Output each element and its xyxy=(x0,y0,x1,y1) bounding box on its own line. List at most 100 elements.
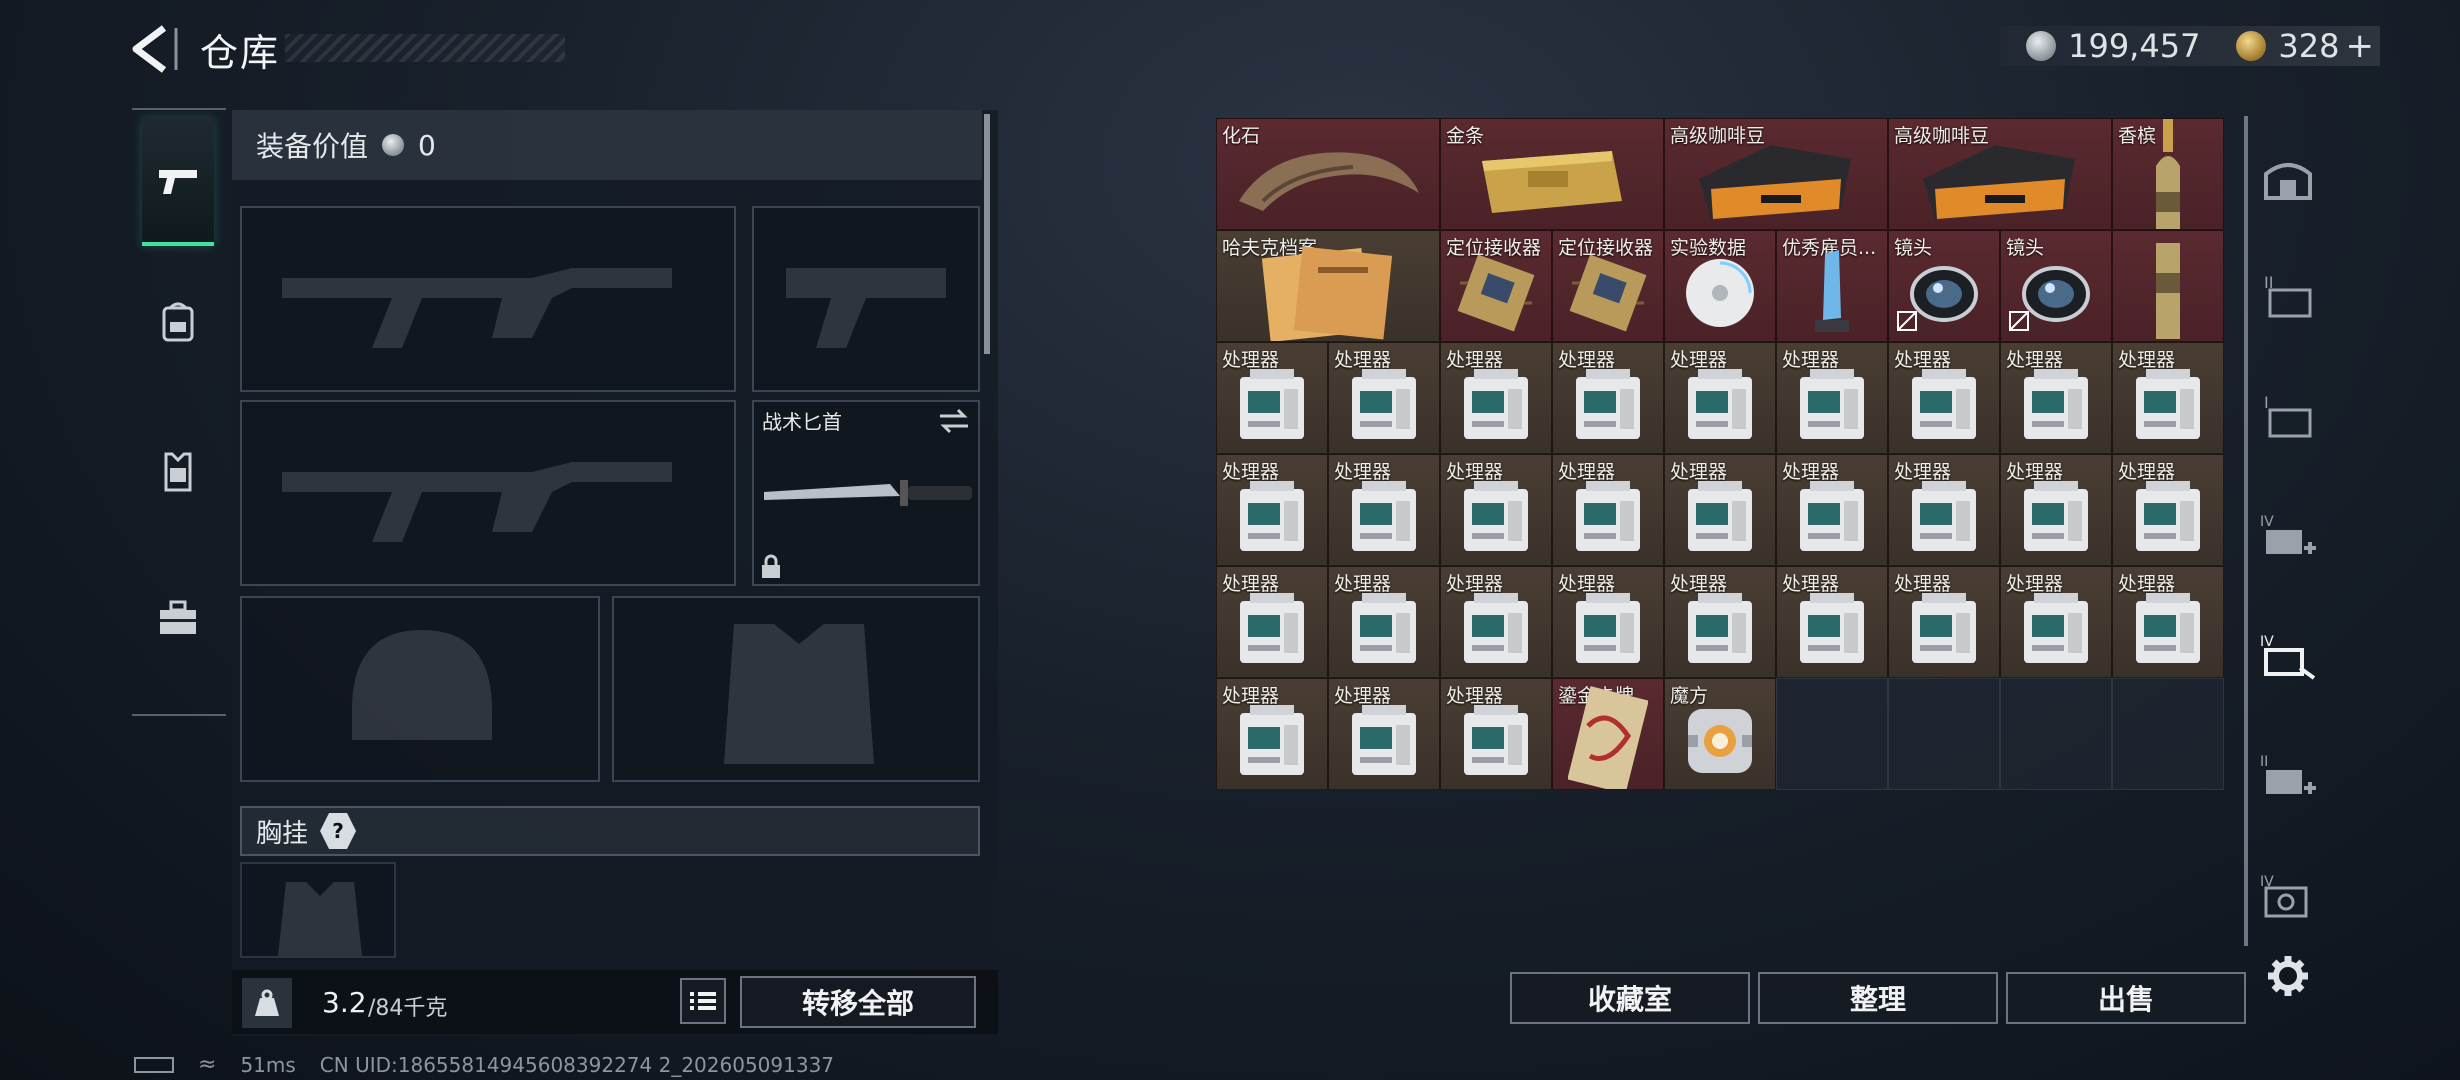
collection-room-button[interactable]: 收藏室 xyxy=(1510,972,1750,1024)
storage-item[interactable]: 定位接收器 xyxy=(1552,230,1664,342)
medkit-ii-button[interactable]: II xyxy=(2256,744,2320,808)
category-armor[interactable] xyxy=(142,410,214,534)
title-decoration xyxy=(285,34,565,62)
storage-item[interactable]: 处理器 xyxy=(2000,454,2112,566)
storage-item[interactable]: 处理器 xyxy=(1216,678,1328,790)
secondary-weapon-slot[interactable] xyxy=(240,400,736,586)
weight-icon xyxy=(242,978,292,1028)
repair-iv-button[interactable]: IV xyxy=(2256,624,2320,688)
repair-iv-icon: IV xyxy=(2260,634,2316,680)
help-button[interactable]: ? xyxy=(320,813,357,849)
storage-item[interactable]: 处理器 xyxy=(1888,454,2000,566)
storage-item[interactable]: 处理器 xyxy=(1216,342,1328,454)
storage-item[interactable]: 处理器 xyxy=(1552,566,1664,678)
storage-item[interactable]: 处理器 xyxy=(1440,342,1552,454)
loadout-scrollbar[interactable] xyxy=(984,114,990,354)
settings-button[interactable] xyxy=(2256,944,2320,1008)
storage-item[interactable]: 处理器 xyxy=(2112,566,2224,678)
storage-item[interactable]: 处理器 xyxy=(2000,566,2112,678)
category-weapons[interactable] xyxy=(142,118,214,246)
knife-slot[interactable]: 战术匕首 xyxy=(752,400,980,586)
storage-item[interactable]: 处理器 xyxy=(1552,454,1664,566)
processor-icon xyxy=(1796,367,1868,447)
storage-item[interactable]: 处理器 xyxy=(2000,342,2112,454)
container-i-button[interactable]: I xyxy=(2256,384,2320,448)
storage-item[interactable]: 魔方 xyxy=(1664,678,1776,790)
storage-item[interactable]: 处理器 xyxy=(1664,454,1776,566)
add-currency-button[interactable]: + xyxy=(2346,26,2375,66)
storage-item[interactable]: 处理器 xyxy=(1888,342,2000,454)
storage-empty-slot[interactable] xyxy=(2112,678,2224,790)
storage-item[interactable]: 处理器 xyxy=(1776,454,1888,566)
coffee-bag-icon xyxy=(1691,139,1861,227)
storage-item[interactable]: 处理器 xyxy=(2112,454,2224,566)
list-view-button[interactable] xyxy=(680,978,726,1024)
storage-item[interactable]: 处理器 xyxy=(1664,342,1776,454)
storage-item[interactable]: 化石 xyxy=(1216,118,1440,230)
storage-item[interactable]: 处理器 xyxy=(1440,566,1552,678)
storage-item[interactable]: 哈夫克档案 xyxy=(1216,230,1440,342)
category-tools[interactable] xyxy=(142,556,214,680)
storage-item[interactable]: 处理器 xyxy=(1552,342,1664,454)
storage-item[interactable]: 处理器 xyxy=(2112,342,2224,454)
processor-icon xyxy=(2020,479,2092,559)
storage-item[interactable]: 处理器 xyxy=(1776,342,1888,454)
weight-capacity: /84千克 xyxy=(368,996,448,1021)
stash-home-button[interactable] xyxy=(2256,146,2320,210)
storage-item[interactable]: 鎏金卡牌 xyxy=(1552,678,1664,790)
pistol-icon xyxy=(159,170,197,194)
sell-button[interactable]: 出售 xyxy=(2006,972,2246,1024)
sidearm-slot[interactable] xyxy=(752,206,980,392)
transfer-all-button[interactable]: 转移全部 xyxy=(740,976,976,1028)
wifi-icon: ≈ xyxy=(198,1052,217,1077)
storage-empty-slot[interactable] xyxy=(1776,678,1888,790)
processor-icon xyxy=(1796,591,1868,671)
storage-item[interactable]: 处理器 xyxy=(1328,454,1440,566)
storage-item[interactable]: 定位接收器 xyxy=(1440,230,1552,342)
storage-item[interactable]: 高级咖啡豆 xyxy=(1888,118,2112,230)
helmet-slot[interactable] xyxy=(240,596,600,782)
body-armor-slot[interactable] xyxy=(612,596,980,782)
medkit-iv-button[interactable]: IV xyxy=(2256,504,2320,568)
primary-weapon-slot[interactable] xyxy=(240,206,736,392)
storage-item[interactable]: 优秀雇员... xyxy=(1776,230,1888,342)
rifle-silhouette-icon xyxy=(282,268,672,348)
storage-item[interactable]: 处理器 xyxy=(1328,678,1440,790)
champagne-icon xyxy=(2148,119,2188,229)
storage-item[interactable]: 处理器 xyxy=(1440,678,1552,790)
storage-item[interactable]: 处理器 xyxy=(1216,454,1328,566)
back-arrow-icon[interactable] xyxy=(128,22,182,76)
storage-item[interactable]: 高级咖啡豆 xyxy=(1664,118,1888,230)
storage-item[interactable]: 镜头 xyxy=(2000,230,2112,342)
category-backpack[interactable] xyxy=(142,260,214,384)
case-iv-button[interactable]: IV xyxy=(2256,864,2320,928)
storage-empty-slot[interactable] xyxy=(2000,678,2112,790)
container-ii-button[interactable]: II xyxy=(2256,264,2320,328)
storage-item[interactable]: 镜头 xyxy=(1888,230,2000,342)
processor-icon xyxy=(1348,479,1420,559)
storage-item[interactable]: 处理器 xyxy=(1664,566,1776,678)
storage-item[interactable]: 金条 xyxy=(1440,118,1664,230)
processor-icon xyxy=(1348,703,1420,783)
rail-scrollbar[interactable] xyxy=(2244,116,2248,946)
storage-item[interactable]: 处理器 xyxy=(1328,342,1440,454)
gold-amount: 328 xyxy=(2278,27,2340,65)
chest-rig-slot[interactable] xyxy=(240,862,396,958)
processor-icon xyxy=(1460,703,1532,783)
processor-icon xyxy=(1236,703,1308,783)
sort-button[interactable]: 整理 xyxy=(1758,972,1998,1024)
rifle-silhouette-icon xyxy=(282,462,672,542)
storage-item[interactable]: 实验数据 xyxy=(1664,230,1776,342)
storage-empty-slot[interactable] xyxy=(1888,678,2000,790)
storage-empty-slot[interactable] xyxy=(2112,230,2224,342)
storage-item[interactable]: 处理器 xyxy=(1888,566,2000,678)
swap-icon[interactable] xyxy=(938,408,970,434)
loadout-panel: 装备价值 0 战术匕首 胸挂 ? 3.2 /84千克 转移全部 xyxy=(232,110,998,1036)
storage-item[interactable]: 处理器 xyxy=(1216,566,1328,678)
storage-item[interactable]: 处理器 xyxy=(1776,566,1888,678)
storage-item[interactable]: 处理器 xyxy=(1440,454,1552,566)
storage-item[interactable]: 香槟 xyxy=(2112,118,2224,230)
storage-item[interactable]: 处理器 xyxy=(1328,566,1440,678)
processor-icon xyxy=(1684,479,1756,559)
processor-icon xyxy=(1460,367,1532,447)
